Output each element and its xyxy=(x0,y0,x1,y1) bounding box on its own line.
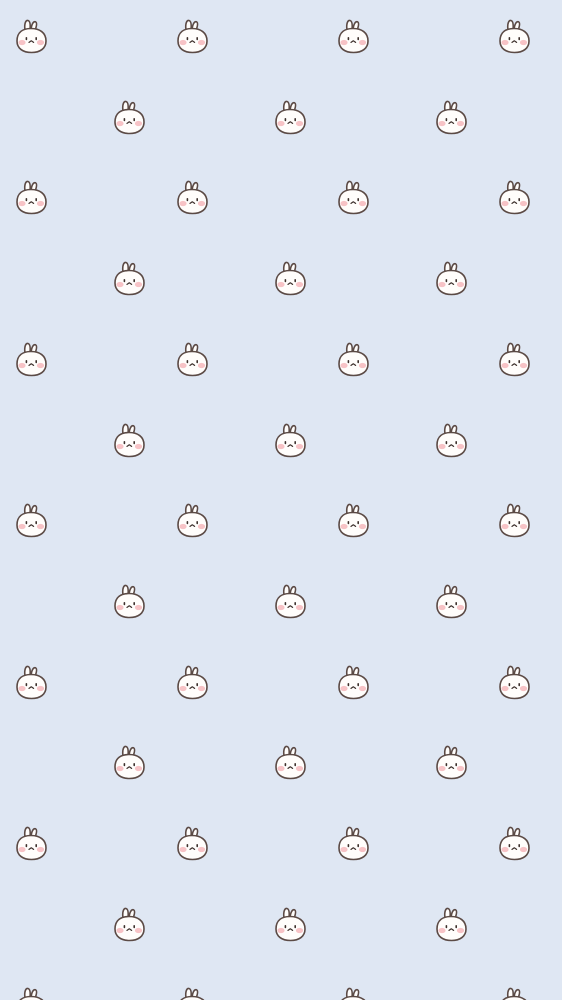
bunny-face-icon xyxy=(333,824,373,864)
bunny-face-icon xyxy=(11,663,51,703)
bunny-face-icon xyxy=(333,501,373,541)
bunny-face-icon xyxy=(172,17,212,57)
bunny-face-icon xyxy=(270,421,310,461)
bunny-face-icon xyxy=(109,743,149,783)
bunny-face-icon xyxy=(270,905,310,945)
bunny-face-icon xyxy=(172,178,212,218)
bunny-pattern-wallpaper xyxy=(0,0,562,1000)
bunny-face-icon xyxy=(270,743,310,783)
bunny-face-icon xyxy=(11,985,51,1000)
bunny-face-icon xyxy=(11,17,51,57)
bunny-face-icon xyxy=(431,259,471,299)
bunny-face-icon xyxy=(494,340,534,380)
bunny-face-icon xyxy=(333,17,373,57)
bunny-face-icon xyxy=(270,98,310,138)
bunny-face-icon xyxy=(172,824,212,864)
bunny-face-icon xyxy=(431,421,471,461)
bunny-face-icon xyxy=(11,340,51,380)
bunny-face-icon xyxy=(109,259,149,299)
bunny-face-icon xyxy=(431,905,471,945)
bunny-face-icon xyxy=(11,178,51,218)
bunny-face-icon xyxy=(431,743,471,783)
bunny-face-icon xyxy=(333,663,373,703)
bunny-face-icon xyxy=(494,17,534,57)
bunny-face-icon xyxy=(11,824,51,864)
bunny-face-icon xyxy=(333,340,373,380)
bunny-face-icon xyxy=(109,582,149,622)
bunny-face-icon xyxy=(494,985,534,1000)
bunny-face-icon xyxy=(494,663,534,703)
bunny-face-icon xyxy=(494,178,534,218)
bunny-face-icon xyxy=(172,501,212,541)
bunny-face-icon xyxy=(109,98,149,138)
bunny-face-icon xyxy=(172,663,212,703)
bunny-face-icon xyxy=(109,421,149,461)
bunny-face-icon xyxy=(333,985,373,1000)
bunny-face-icon xyxy=(494,501,534,541)
bunny-face-icon xyxy=(270,259,310,299)
bunny-face-icon xyxy=(431,582,471,622)
bunny-face-icon xyxy=(172,340,212,380)
bunny-face-icon xyxy=(11,501,51,541)
bunny-face-icon xyxy=(333,178,373,218)
bunny-face-icon xyxy=(494,824,534,864)
bunny-face-icon xyxy=(172,985,212,1000)
bunny-face-icon xyxy=(270,582,310,622)
bunny-face-icon xyxy=(431,98,471,138)
bunny-face-icon xyxy=(109,905,149,945)
